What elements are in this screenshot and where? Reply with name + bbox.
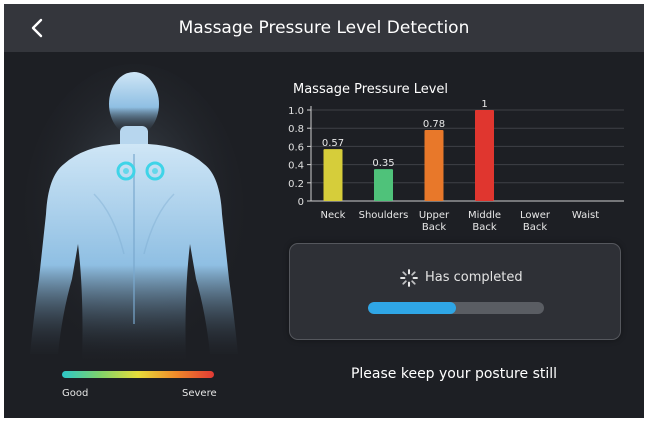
y-tick-label: 0.2 xyxy=(288,179,304,190)
y-tick-label: 0 xyxy=(298,197,304,208)
posture-message: Please keep your posture still xyxy=(350,366,558,382)
bar-value-label: 0.78 xyxy=(423,119,445,130)
x-tick-label: Waist xyxy=(572,210,599,221)
page-title: Massage Pressure Level Detection xyxy=(178,18,470,38)
chart-title: Massage Pressure Level xyxy=(293,82,448,97)
severity-scale-bar xyxy=(62,371,214,378)
bar-0 xyxy=(323,149,343,201)
x-tick-label: Upper xyxy=(419,210,450,221)
human-back-figure xyxy=(24,64,244,364)
progress-fill xyxy=(368,302,456,314)
x-tick-label: Back xyxy=(422,222,446,233)
chevron-left-icon xyxy=(31,18,43,38)
bar-3 xyxy=(475,110,494,201)
progress-bar xyxy=(368,302,544,314)
status-panel: Has completed xyxy=(289,243,621,340)
loading-spinner-icon xyxy=(400,269,418,287)
scale-severe-label: Severe xyxy=(182,388,217,399)
status-text: Has completed xyxy=(425,270,523,285)
bar-value-label: 0.35 xyxy=(372,158,394,169)
scale-good-label: Good xyxy=(62,388,89,399)
x-tick-label: Lower xyxy=(520,210,551,221)
x-tick-label: Back xyxy=(523,222,547,233)
pressure-bar-chart: Massage Pressure Level 0 0.2 0.4 0.6 0.8 1.0 0.… xyxy=(288,82,624,233)
y-tick-label: 0.6 xyxy=(288,142,304,153)
header-bar: Massage Pressure Level Detection xyxy=(4,4,644,52)
y-tick-label: 0.8 xyxy=(288,124,304,135)
y-tick-label: 0.4 xyxy=(288,161,304,172)
y-tick-label: 1.0 xyxy=(288,106,304,117)
back-button[interactable] xyxy=(26,16,50,40)
bar-2 xyxy=(424,130,444,201)
bar-1 xyxy=(374,169,393,201)
app-screen: Massage Pressure Level Detection Good Se… xyxy=(4,4,644,418)
bar-value-label: 1 xyxy=(481,99,487,110)
bar-value-label: 0.57 xyxy=(322,138,344,149)
x-tick-label: Neck xyxy=(321,210,346,221)
x-tick-label: Shoulders xyxy=(359,210,409,221)
x-tick-label: Back xyxy=(472,222,496,233)
x-tick-label: Middle xyxy=(468,210,501,221)
